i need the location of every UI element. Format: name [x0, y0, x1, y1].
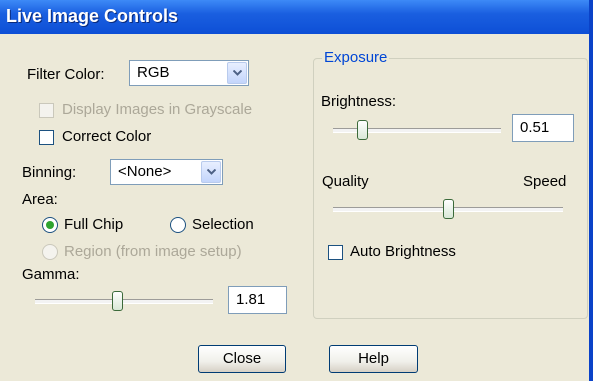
- gamma-label: Gamma:: [22, 266, 80, 283]
- binning-value: <None>: [118, 163, 172, 180]
- chevron-down-icon[interactable]: [201, 161, 221, 183]
- chevron-down-icon[interactable]: [227, 62, 247, 84]
- filter-color-label: Filter Color:: [27, 66, 105, 83]
- radio-selected-dot: [46, 221, 54, 229]
- grayscale-checkbox[interactable]: [39, 103, 54, 118]
- binning-label: Binning:: [22, 164, 77, 181]
- selection-label: Selection: [192, 216, 254, 233]
- quality-label: Quality: [322, 173, 369, 190]
- area-label: Area:: [22, 191, 58, 208]
- correct-color-checkbox[interactable]: [39, 130, 54, 145]
- gamma-value-field[interactable]: 1.81: [228, 286, 287, 314]
- auto-brightness-label: Auto Brightness: [350, 243, 456, 260]
- gamma-slider-thumb[interactable]: [111, 291, 123, 311]
- full-chip-radio[interactable]: [42, 217, 58, 233]
- title-bar[interactable]: Live Image Controls: [0, 0, 589, 34]
- selection-radio[interactable]: [170, 217, 186, 233]
- auto-brightness-checkbox[interactable]: [328, 245, 343, 260]
- speed-label: Speed: [523, 173, 567, 190]
- region-label: Region (from image setup): [64, 243, 242, 260]
- brightness-slider-thumb[interactable]: [356, 120, 368, 140]
- brightness-value: 0.51: [520, 119, 550, 136]
- window-title: Live Image Controls: [6, 6, 179, 26]
- correct-color-label: Correct Color: [62, 128, 152, 145]
- filter-color-select[interactable]: RGB: [129, 60, 249, 86]
- live-image-controls-dialog: Live Image Controls Filter Color: RGB Di…: [0, 0, 593, 381]
- close-button[interactable]: Close: [198, 345, 286, 373]
- filter-color-value: RGB: [137, 64, 170, 81]
- brightness-value-field[interactable]: 0.51: [512, 114, 574, 142]
- exposure-title: Exposure: [322, 49, 390, 66]
- grayscale-label: Display Images in Grayscale: [62, 101, 253, 118]
- region-radio[interactable]: [42, 244, 58, 260]
- binning-select[interactable]: <None>: [110, 159, 223, 185]
- gamma-value: 1.81: [236, 291, 266, 308]
- quality-speed-slider-thumb[interactable]: [443, 199, 454, 219]
- gamma-slider-track[interactable]: [35, 299, 213, 304]
- help-button[interactable]: Help: [329, 345, 418, 373]
- brightness-label: Brightness:: [321, 93, 397, 110]
- full-chip-label: Full Chip: [64, 216, 124, 233]
